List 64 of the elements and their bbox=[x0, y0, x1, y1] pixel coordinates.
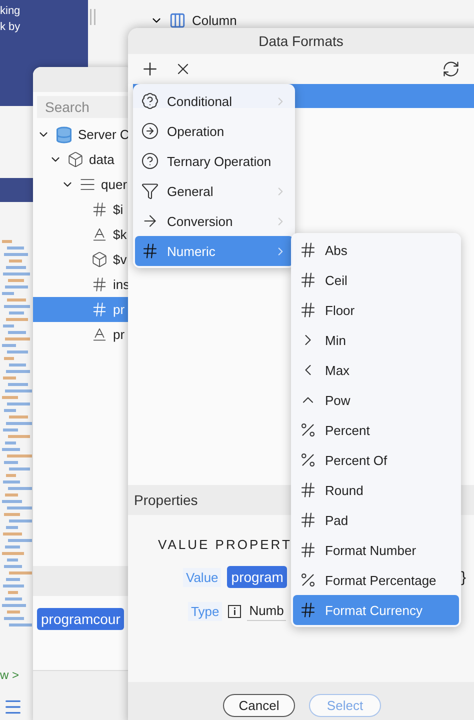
breadcrumb: w > bbox=[0, 668, 20, 682]
question-badge-icon bbox=[141, 92, 159, 110]
refresh-button[interactable] bbox=[442, 60, 460, 78]
banner-text: k by bbox=[0, 20, 22, 34]
tree-item[interactable]: pr bbox=[33, 322, 133, 347]
hash-icon bbox=[299, 541, 317, 559]
hash-icon bbox=[299, 271, 317, 289]
menu-item[interactable]: Percent bbox=[293, 415, 459, 445]
menu-item[interactable]: Min bbox=[293, 325, 459, 355]
menu-item[interactable]: Format Percentage bbox=[293, 565, 459, 595]
percent-icon bbox=[299, 571, 317, 589]
dialog-title: Data Formats bbox=[128, 28, 474, 54]
toolbar-band bbox=[0, 178, 35, 202]
hash-icon bbox=[299, 601, 317, 619]
type-select[interactable]: Numb bbox=[247, 601, 286, 621]
menu-item[interactable]: Floor bbox=[293, 295, 459, 325]
hash-icon bbox=[91, 201, 108, 218]
hash-icon bbox=[91, 301, 108, 318]
menu-item[interactable]: Conditional bbox=[135, 86, 293, 116]
menu-item[interactable]: Abs bbox=[293, 235, 459, 265]
value-chip[interactable]: program bbox=[227, 566, 288, 588]
tree-label: Column bbox=[192, 13, 237, 28]
brace-text: } bbox=[460, 568, 466, 586]
cube-icon bbox=[67, 151, 84, 168]
info-icon bbox=[228, 604, 242, 618]
tree-item[interactable]: quer bbox=[33, 172, 133, 197]
field-label: Type bbox=[188, 602, 222, 620]
tree-item[interactable]: $i bbox=[33, 197, 133, 222]
menu-item[interactable]: Conversion bbox=[135, 206, 293, 236]
column-icon bbox=[169, 12, 186, 29]
hash-icon bbox=[299, 511, 317, 529]
tree-item[interactable]: $k bbox=[33, 222, 133, 247]
percent-icon bbox=[299, 421, 317, 439]
cube-icon bbox=[91, 251, 108, 268]
value-chip: programcour bbox=[37, 608, 124, 630]
hash-icon bbox=[141, 242, 159, 260]
menu-item[interactable]: Max bbox=[293, 355, 459, 385]
hash-icon bbox=[299, 241, 317, 259]
tree-item[interactable]: data bbox=[33, 147, 133, 172]
tree-item[interactable]: $v bbox=[33, 247, 133, 272]
cancel-button[interactable]: Cancel bbox=[223, 694, 295, 716]
filter-icon bbox=[141, 182, 159, 200]
list-icon bbox=[79, 176, 96, 193]
menu-item[interactable]: Percent Of bbox=[293, 445, 459, 475]
menu-item[interactable]: Format Number bbox=[293, 535, 459, 565]
database-icon bbox=[55, 126, 73, 144]
drag-handle-icon bbox=[90, 9, 96, 25]
hash-icon bbox=[91, 276, 108, 293]
banner-text: king bbox=[0, 4, 22, 18]
menu-item[interactable]: Ceil bbox=[293, 265, 459, 295]
menu-item[interactable]: Pow bbox=[293, 385, 459, 415]
hash-icon bbox=[299, 481, 317, 499]
menu-item[interactable]: General bbox=[135, 176, 293, 206]
menu-item[interactable]: Operation bbox=[135, 116, 293, 146]
hash-icon bbox=[299, 301, 317, 319]
text-type-icon bbox=[91, 226, 108, 243]
question-circle-icon bbox=[141, 152, 159, 170]
percent-icon bbox=[299, 451, 317, 469]
section-title: VALUE PROPERT bbox=[158, 537, 292, 552]
search-field[interactable]: Search bbox=[37, 96, 129, 118]
field-label: Value bbox=[183, 568, 222, 586]
menu-item[interactable]: Ternary Operation bbox=[135, 146, 293, 176]
tree-item[interactable]: Server C bbox=[33, 122, 133, 147]
text-type-icon bbox=[91, 326, 108, 343]
